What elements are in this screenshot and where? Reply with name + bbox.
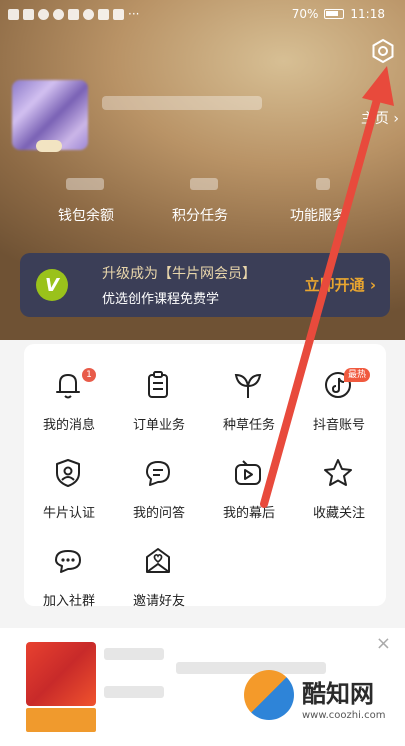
sim-icon: [8, 8, 19, 20]
grid-item-label: 我的消息: [42, 418, 95, 433]
grid-item-behind-scenes[interactable]: 我的幕后: [204, 444, 294, 521]
homepage-link[interactable]: 主页 ›: [361, 108, 399, 128]
grid-item-label: 牛片认证: [42, 506, 95, 521]
grid-item-certification[interactable]: 牛片认证: [24, 444, 114, 521]
shield-user-icon: [56, 459, 80, 487]
feed-text-blurred: [104, 648, 164, 660]
settings-gear-icon[interactable]: [370, 38, 396, 64]
vip-subtitle: 优选创作课程免费学: [102, 292, 220, 307]
grid-item-label: 我的幕后: [222, 506, 275, 521]
close-icon[interactable]: ×: [376, 633, 391, 654]
video-play-icon: [235, 460, 261, 485]
wallet-value-blurred: [66, 178, 104, 190]
grid-item-invite-friends[interactable]: 邀请好友: [114, 532, 204, 609]
bell-icon: [56, 374, 80, 399]
vip-logo-icon: V: [36, 269, 68, 301]
app-notification-icon: [113, 8, 124, 20]
feed-thumbnail-strip: [26, 708, 96, 732]
wifi-icon: [38, 8, 49, 20]
grid-item-label: 邀请好友: [132, 594, 185, 609]
signal-icon: [23, 8, 34, 20]
vip-activate-button[interactable]: 立即开通 ›: [305, 274, 376, 295]
app-notification-icon: [98, 8, 109, 20]
grid-item-orders[interactable]: 订单业务: [114, 356, 204, 433]
grid-item-label: 加入社群: [42, 594, 95, 609]
chat-bubble-icon: [146, 461, 170, 486]
clipboard-icon: [148, 371, 168, 398]
sprout-icon: [234, 373, 262, 398]
app-notification-icon: [68, 8, 79, 20]
wallet-balance-label[interactable]: 钱包余额: [58, 205, 114, 225]
app-notification-icon: [53, 8, 64, 20]
vip-banner[interactable]: V 升级成为【牛片网会员】 优选创作课程免费学 立即开通 ›: [20, 253, 390, 317]
grid-item-favorites[interactable]: 收藏关注: [294, 444, 384, 521]
star-icon: [324, 459, 352, 486]
clock: 11:18: [350, 7, 385, 21]
service-label[interactable]: 功能服务: [290, 205, 346, 225]
vip-title: 升级成为【牛片网会员】: [102, 266, 256, 282]
service-value-blurred: [316, 178, 330, 190]
grid-item-label: 抖音账号: [312, 418, 365, 433]
watermark-url: www.coozhi.com: [302, 710, 386, 721]
unread-badge: 1: [82, 368, 96, 382]
grid-item-label: 订单业务: [132, 418, 185, 433]
feed-text-blurred: [104, 686, 164, 698]
avatar-badge: [36, 140, 62, 152]
feed-thumbnail: [26, 642, 96, 706]
grid-item-qa[interactable]: 我的问答: [114, 444, 204, 521]
battery-icon: [324, 9, 345, 19]
grid-item-douyin-account[interactable]: 最热 抖音账号: [294, 356, 384, 433]
grid-item-label: 我的问答: [132, 506, 185, 521]
status-icons: ···: [8, 7, 139, 21]
watermark-text: 酷知网: [302, 680, 374, 708]
hot-badge: 最热: [344, 368, 371, 382]
heart-envelope-icon: [146, 548, 170, 573]
grid-item-messages[interactable]: 1 我的消息: [24, 356, 114, 433]
username-blurred: [102, 96, 262, 110]
grid-item-label: 种草任务: [222, 418, 275, 433]
points-task-label[interactable]: 积分任务: [172, 205, 228, 225]
points-value-blurred: [190, 178, 218, 190]
app-notification-icon: [83, 8, 94, 20]
battery-percent: 70%: [291, 7, 319, 21]
function-grid: 1 我的消息 订单业务 种草任务 最热 抖音账号 牛片认证 我的问答 我的幕后 …: [24, 344, 386, 609]
grid-item-join-community[interactable]: 加入社群: [24, 532, 114, 609]
watermark-logo-icon: [244, 670, 294, 720]
status-bar: ··· 70% 11:18: [0, 0, 405, 30]
more-notifications: ···: [128, 7, 140, 21]
group-chat-icon: [55, 550, 81, 573]
site-watermark: 酷知网 www.coozhi.com: [240, 664, 400, 740]
grid-item-label: 收藏关注: [312, 506, 365, 521]
grid-item-seeding-tasks[interactable]: 种草任务: [204, 356, 294, 433]
